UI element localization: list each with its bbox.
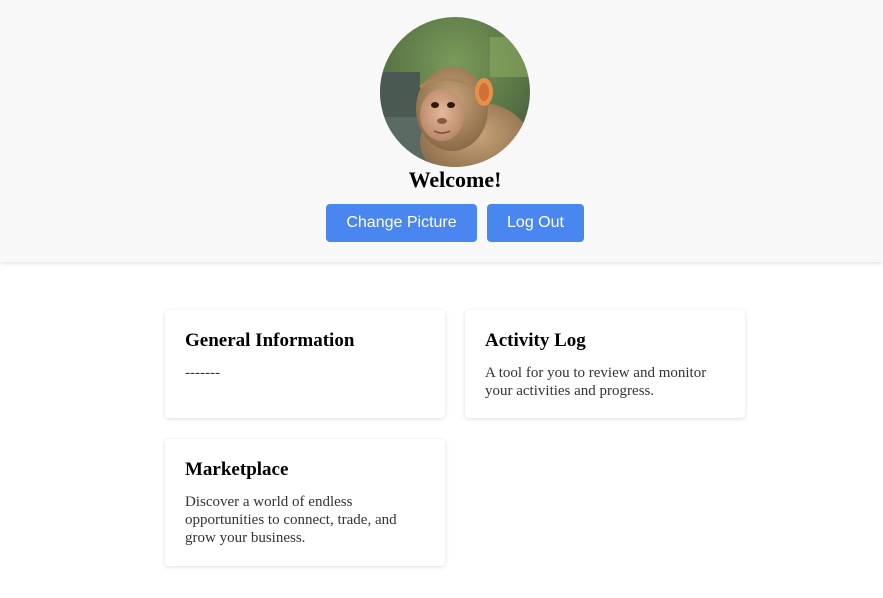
card-marketplace[interactable]: Marketplace Discover a world of endless …	[165, 439, 445, 566]
card-activity-log[interactable]: Activity Log A tool for you to review an…	[465, 310, 745, 418]
card-title: General Information	[185, 330, 355, 351]
welcome-heading: Welcome!	[408, 167, 502, 192]
card-title: Activity Log	[485, 330, 586, 351]
change-picture-button[interactable]: Change Picture	[326, 204, 477, 242]
card-general-information[interactable]: General Information -------	[165, 310, 445, 418]
monkey-avatar-image	[380, 17, 530, 167]
card-description: -------	[185, 365, 220, 381]
profile-header: Welcome! Change Picture Log Out	[0, 0, 883, 262]
card-description: Discover a world of endless opportunitie…	[185, 494, 397, 546]
card-title: Marketplace	[185, 459, 289, 480]
card-description: A tool for you to review and monitor you…	[485, 365, 707, 399]
avatar	[380, 17, 530, 167]
logout-button[interactable]: Log Out	[487, 204, 584, 242]
